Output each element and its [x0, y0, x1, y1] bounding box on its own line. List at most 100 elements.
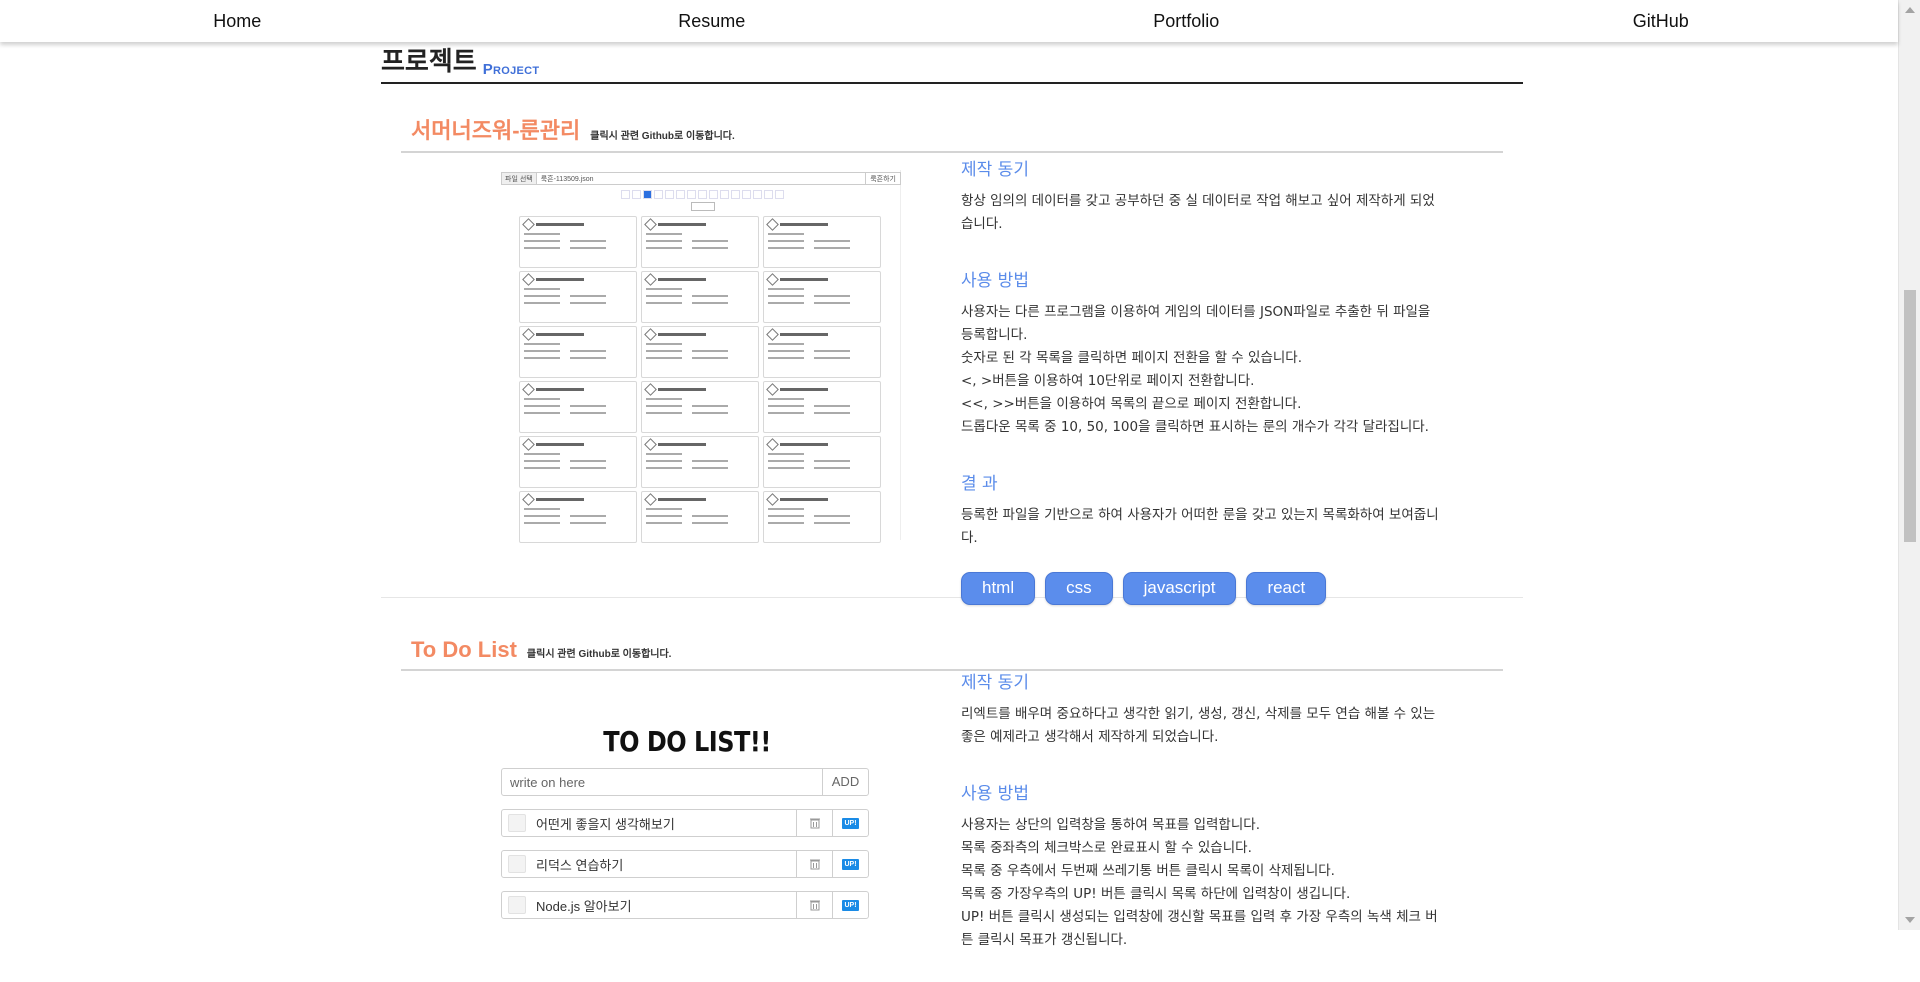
up-button: UP!: [832, 892, 868, 918]
file-bar: 파일 선택 룩흔-113509.json 룩흔하기: [501, 172, 901, 185]
project-info: 제작 동기 항상 임의의 데이터를 갖고 공부하던 중 실 데이터로 작업 해보…: [961, 155, 1441, 605]
usage-line: 숫자로 된 각 목록을 클릭하면 페이지 전환을 할 수 있습니다.: [961, 350, 1302, 366]
page-cell: [698, 190, 707, 199]
page-cell: [665, 190, 674, 199]
rune-card: [641, 381, 759, 433]
nav-resume-link[interactable]: Resume: [475, 0, 950, 42]
project-screenshot: TO DO LIST!! write on here ADD 어떤게 좋을지 생…: [501, 726, 881, 968]
up-label: UP!: [842, 817, 859, 829]
usage-line: 목록 중좌측의 체크박스로 완료표시 할 수 있습니다.: [961, 840, 1252, 856]
rune-card: [641, 491, 759, 543]
rune-card: [763, 326, 881, 378]
up-label: UP!: [842, 858, 859, 870]
rune-card: [763, 381, 881, 433]
motive-heading: 제작 동기: [961, 160, 1029, 180]
project-header[interactable]: 서머너즈워-룬관리 클릭시 관련 Github로 이동합니다.: [401, 110, 1503, 153]
todo-checkbox: [508, 855, 526, 873]
top-nav: Home Resume Portfolio GitHub: [0, 0, 1898, 42]
tag-html: html: [961, 572, 1036, 605]
todo-checkbox: [508, 814, 526, 832]
scroll-thumb[interactable]: [1904, 290, 1916, 542]
todo-text: 어떤게 좋을지 생각해보기: [536, 816, 675, 832]
trash-icon: [796, 851, 832, 877]
nav-portfolio-link[interactable]: Portfolio: [949, 0, 1424, 42]
nav-home-link[interactable]: Home: [0, 0, 475, 42]
page-cell: [742, 190, 751, 199]
rune-card: [641, 436, 759, 488]
rune-card: [763, 436, 881, 488]
usage-line: 목록 중 가장우측의 UP! 버튼 클릭시 목록 하단에 입력창이 생깁니다.: [961, 886, 1351, 902]
rune-card: [519, 436, 637, 488]
todo-text: Node.js 알아보기: [536, 898, 632, 914]
nav-github-link[interactable]: GitHub: [1424, 0, 1899, 42]
page-cell: [621, 190, 630, 199]
usage-line: UP! 버튼 클릭시 생성되는 입력창에 갱신할 목표를 입력 후 가장 우측의…: [961, 909, 1438, 948]
usage-heading: 사용 방법: [961, 271, 1029, 291]
project-hint: 클릭시 관련 Github로 이동합니다.: [590, 131, 735, 142]
up-button: UP!: [832, 851, 868, 877]
page-cell: [731, 190, 740, 199]
project-card: 서머너즈워-룬관리 클릭시 관련 Github로 이동합니다. 파일 선택 룩흔…: [381, 100, 1523, 605]
page-cell: [753, 190, 762, 199]
trash-icon: [796, 892, 832, 918]
scroll-up-arrow-icon[interactable]: [1905, 7, 1915, 13]
page-cell: [654, 190, 663, 199]
page-cell: [632, 190, 641, 199]
section-header: 프로젝트 Project: [381, 47, 1523, 84]
up-label: UP!: [842, 899, 859, 911]
rune-card: [519, 381, 637, 433]
motive-heading: 제작 동기: [961, 673, 1029, 693]
page-cell: [720, 190, 729, 199]
file-name: 룩흔-113509.json: [540, 176, 594, 183]
project-title[interactable]: 서머너즈워-룬관리: [401, 113, 580, 145]
up-button: UP!: [832, 810, 868, 836]
todo-checkbox: [508, 896, 526, 914]
rune-card: [763, 491, 881, 543]
tag-javascript: javascript: [1122, 572, 1237, 605]
tag-react: react: [1246, 572, 1327, 605]
page-cell: [764, 190, 773, 199]
rune-card: [519, 491, 637, 543]
page-scrollbar[interactable]: [1898, 0, 1920, 930]
page-cell: [676, 190, 685, 199]
usage-line: <, >버튼을 이용하여 10단위로 페이지 전환합니다.: [961, 373, 1255, 389]
todo-title: TO DO LIST!!: [603, 725, 771, 759]
rune-card-grid: [519, 216, 881, 543]
todo-input: write on here: [510, 775, 586, 790]
rune-card: [519, 326, 637, 378]
usage-line: 사용자는 상단의 입력창을 통하여 목표를 입력합니다.: [961, 817, 1260, 833]
project-header[interactable]: To Do List 클릭시 관련 Github로 이동합니다.: [401, 628, 1503, 671]
rune-card: [763, 216, 881, 268]
usage-line: 드롭다운 목록 중 10, 50, 100을 클릭하면 표시하는 룬의 개수가 …: [961, 419, 1429, 435]
page-size-select: [691, 202, 715, 211]
rune-card: [763, 271, 881, 323]
tech-tags: html css javascript react: [961, 572, 1441, 605]
project-info: 제작 동기 리엑트를 배우며 중요하다고 생각한 읽기, 생성, 갱신, 삭제를…: [961, 668, 1441, 982]
result-text: 등록한 파일을 기반으로 하여 사용자가 어떠한 룬을 갖고 있는지 목록화하여…: [961, 507, 1439, 546]
todo-item: 어떤게 좋을지 생각해보기 UP!: [501, 809, 869, 837]
project-title[interactable]: To Do List: [401, 637, 517, 663]
rune-card: [519, 216, 637, 268]
page-cell: [775, 190, 784, 199]
motive-text: 항상 임의의 데이터를 갖고 공부하던 중 실 데이터로 작업 해보고 싶어 제…: [961, 193, 1435, 232]
rune-card: [641, 216, 759, 268]
rune-card: [519, 271, 637, 323]
todo-text: 리덕스 연습하기: [536, 857, 624, 873]
tag-css: css: [1045, 572, 1113, 605]
todo-item: 리덕스 연습하기 UP!: [501, 850, 869, 878]
section-subtitle: Project: [482, 61, 540, 78]
pagination: [621, 190, 784, 199]
page-cell: [643, 190, 652, 199]
todo-item: Node.js 알아보기 UP!: [501, 891, 869, 919]
usage-heading: 사용 방법: [961, 784, 1029, 804]
scroll-down-arrow-icon[interactable]: [1905, 917, 1915, 923]
usage-line: 사용자는 다른 프로그램을 이용하여 게임의 데이터를 JSON파일로 추출한 …: [961, 304, 1431, 343]
project-card: To Do List 클릭시 관련 Github로 이동합니다. TO DO L…: [381, 618, 1523, 948]
page-cell: [687, 190, 696, 199]
search-button: 룩흔하기: [865, 173, 900, 184]
rune-card: [641, 326, 759, 378]
project-screenshot: 파일 선택 룩흔-113509.json 룩흔하기: [501, 170, 901, 543]
motive-text: 리엑트를 배우며 중요하다고 생각한 읽기, 생성, 갱신, 삭제를 모두 연습…: [961, 706, 1436, 745]
file-select-button: 파일 선택: [502, 173, 537, 184]
rune-card: [641, 271, 759, 323]
